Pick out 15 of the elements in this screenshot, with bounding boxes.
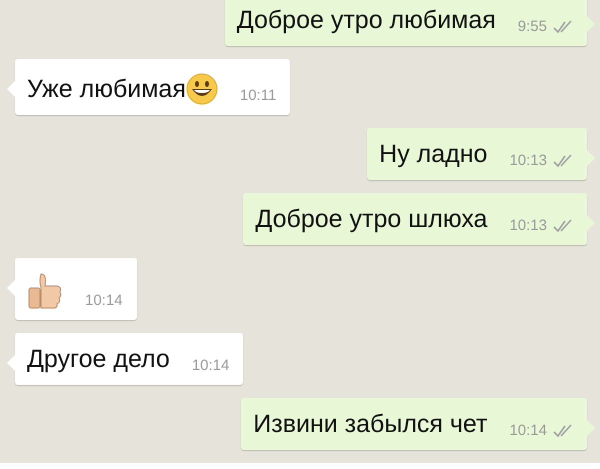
- smiley-icon: [186, 73, 218, 105]
- message-time: 10:14: [85, 292, 123, 309]
- message-time: 10:14: [509, 422, 547, 439]
- message-time: 10:11: [240, 87, 276, 104]
- message-text: Доброе утро шлюха: [255, 204, 488, 235]
- message-text: Уже любимая: [27, 74, 186, 105]
- message-text: Ну ладно: [379, 139, 488, 170]
- message-text: Другое дело: [27, 344, 170, 375]
- message-time: 10:14: [192, 357, 230, 374]
- message-text: Доброе утро любимая: [236, 5, 496, 36]
- message-time: 9:55: [518, 18, 547, 35]
- thumbs-up-icon: [27, 272, 63, 310]
- message-time: 10:13: [509, 217, 547, 234]
- message-time: 10:13: [509, 152, 547, 169]
- message-text: Извини забылся чет: [253, 409, 488, 440]
